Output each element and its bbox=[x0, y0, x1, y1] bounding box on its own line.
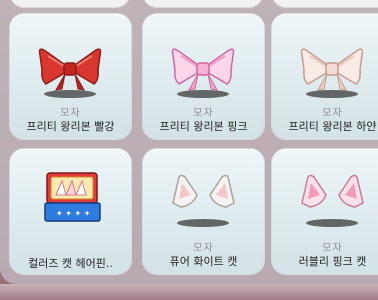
white-ribbon-bow-icon bbox=[300, 48, 364, 98]
item-card-pink-ribbon[interactable]: 모자 프리티 왕리본 핑크 bbox=[143, 14, 264, 139]
pink-cat-ears-icon bbox=[301, 174, 364, 227]
item-name: 퓨어 화이트 캣 bbox=[169, 255, 238, 268]
card-top-edge bbox=[10, 0, 130, 8]
item-category: 모자 bbox=[322, 108, 343, 119]
white-cat-ears-icon bbox=[172, 174, 235, 227]
pink-ribbon-bow-icon bbox=[171, 48, 235, 98]
colors-cat-hairpin-box-icon: ✦ ✦ ✦ ✦ bbox=[44, 172, 101, 222]
item-card-colors-cat-hairpin[interactable]: ✦ ✦ ✦ ✦ 컬러즈 캣 헤어핀.. bbox=[10, 149, 131, 274]
red-ribbon-bow-icon bbox=[38, 48, 102, 98]
item-name: 컬러즈 캣 헤어핀.. bbox=[28, 257, 113, 270]
item-card-red-ribbon[interactable]: 모자 프리티 왕리본 빨강 bbox=[10, 14, 131, 139]
item-name: 러블리 핑크 캣 bbox=[298, 255, 367, 268]
item-category: 모자 bbox=[193, 108, 214, 119]
item-category: 모자 bbox=[322, 243, 343, 254]
item-category: 모자 bbox=[193, 243, 214, 254]
svg-text:✦ ✦ ✦ ✦: ✦ ✦ ✦ ✦ bbox=[56, 209, 91, 218]
window-bottom-edge bbox=[0, 284, 378, 300]
item-name: 프리티 왕리본 핑크 bbox=[159, 120, 248, 133]
item-card-white-ribbon[interactable]: 모자 프리티 왕리본 하얀 bbox=[272, 14, 378, 139]
card-top-edge bbox=[143, 0, 263, 8]
item-name: 프리티 왕리본 하얀 bbox=[288, 120, 377, 133]
item-card-lovely-pink-cat[interactable]: 모자 러블리 핑크 캣 bbox=[272, 149, 378, 274]
item-name: 프리티 왕리본 빨강 bbox=[26, 120, 115, 133]
card-top-edge bbox=[272, 0, 378, 8]
item-category: 모자 bbox=[60, 108, 81, 119]
item-grid-panel: 모자 프리티 왕리본 빨강 모자 프리티 왕리본 핑크 모자 프리티 왕리본 하… bbox=[0, 0, 378, 284]
item-card-pure-white-cat[interactable]: 모자 퓨어 화이트 캣 bbox=[143, 149, 264, 274]
